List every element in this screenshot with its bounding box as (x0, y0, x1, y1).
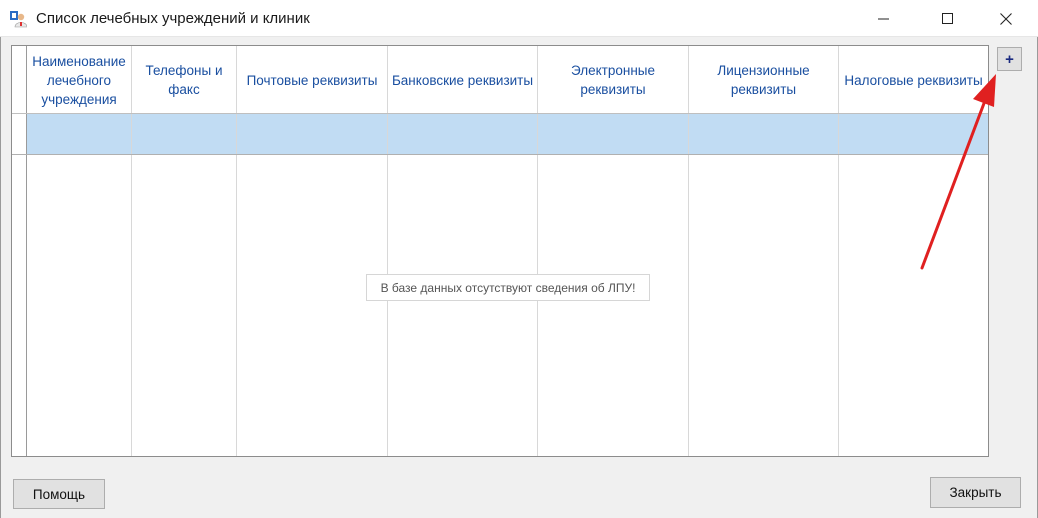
column-header-license[interactable]: Лицензионные реквизиты (689, 46, 838, 114)
clinics-grid[interactable]: Наименование лечебного учреждения Телефо… (11, 45, 989, 457)
minimize-icon (878, 18, 889, 19)
window-title: Список лечебных учреждений и клиник (36, 10, 310, 27)
medical-app-icon (10, 11, 27, 28)
column-header-name[interactable]: Наименование лечебного учреждения (27, 46, 131, 114)
column-header-postal[interactable]: Почтовые реквизиты (237, 46, 387, 114)
column-header-electronic[interactable]: Электронные реквизиты (538, 46, 688, 114)
help-button[interactable]: Помощь (13, 479, 105, 509)
maximize-icon (942, 12, 953, 24)
column-header-phones[interactable]: Телефоны и факс (132, 46, 236, 114)
maximize-button[interactable] (926, 0, 970, 37)
title-bar: Список лечебных учреждений и клиник (0, 0, 1038, 37)
add-record-button[interactable]: + (997, 47, 1022, 71)
column-header-bank[interactable]: Банковские реквизиты (388, 46, 537, 114)
close-window-button[interactable] (984, 0, 1028, 37)
empty-grid-message: В базе данных отсутствуют сведения об ЛП… (366, 274, 650, 301)
column-header-tax[interactable]: Налоговые реквизиты (839, 46, 988, 114)
close-icon (1000, 12, 1012, 25)
minimize-button[interactable] (862, 0, 906, 37)
close-button[interactable]: Закрыть (930, 477, 1021, 508)
